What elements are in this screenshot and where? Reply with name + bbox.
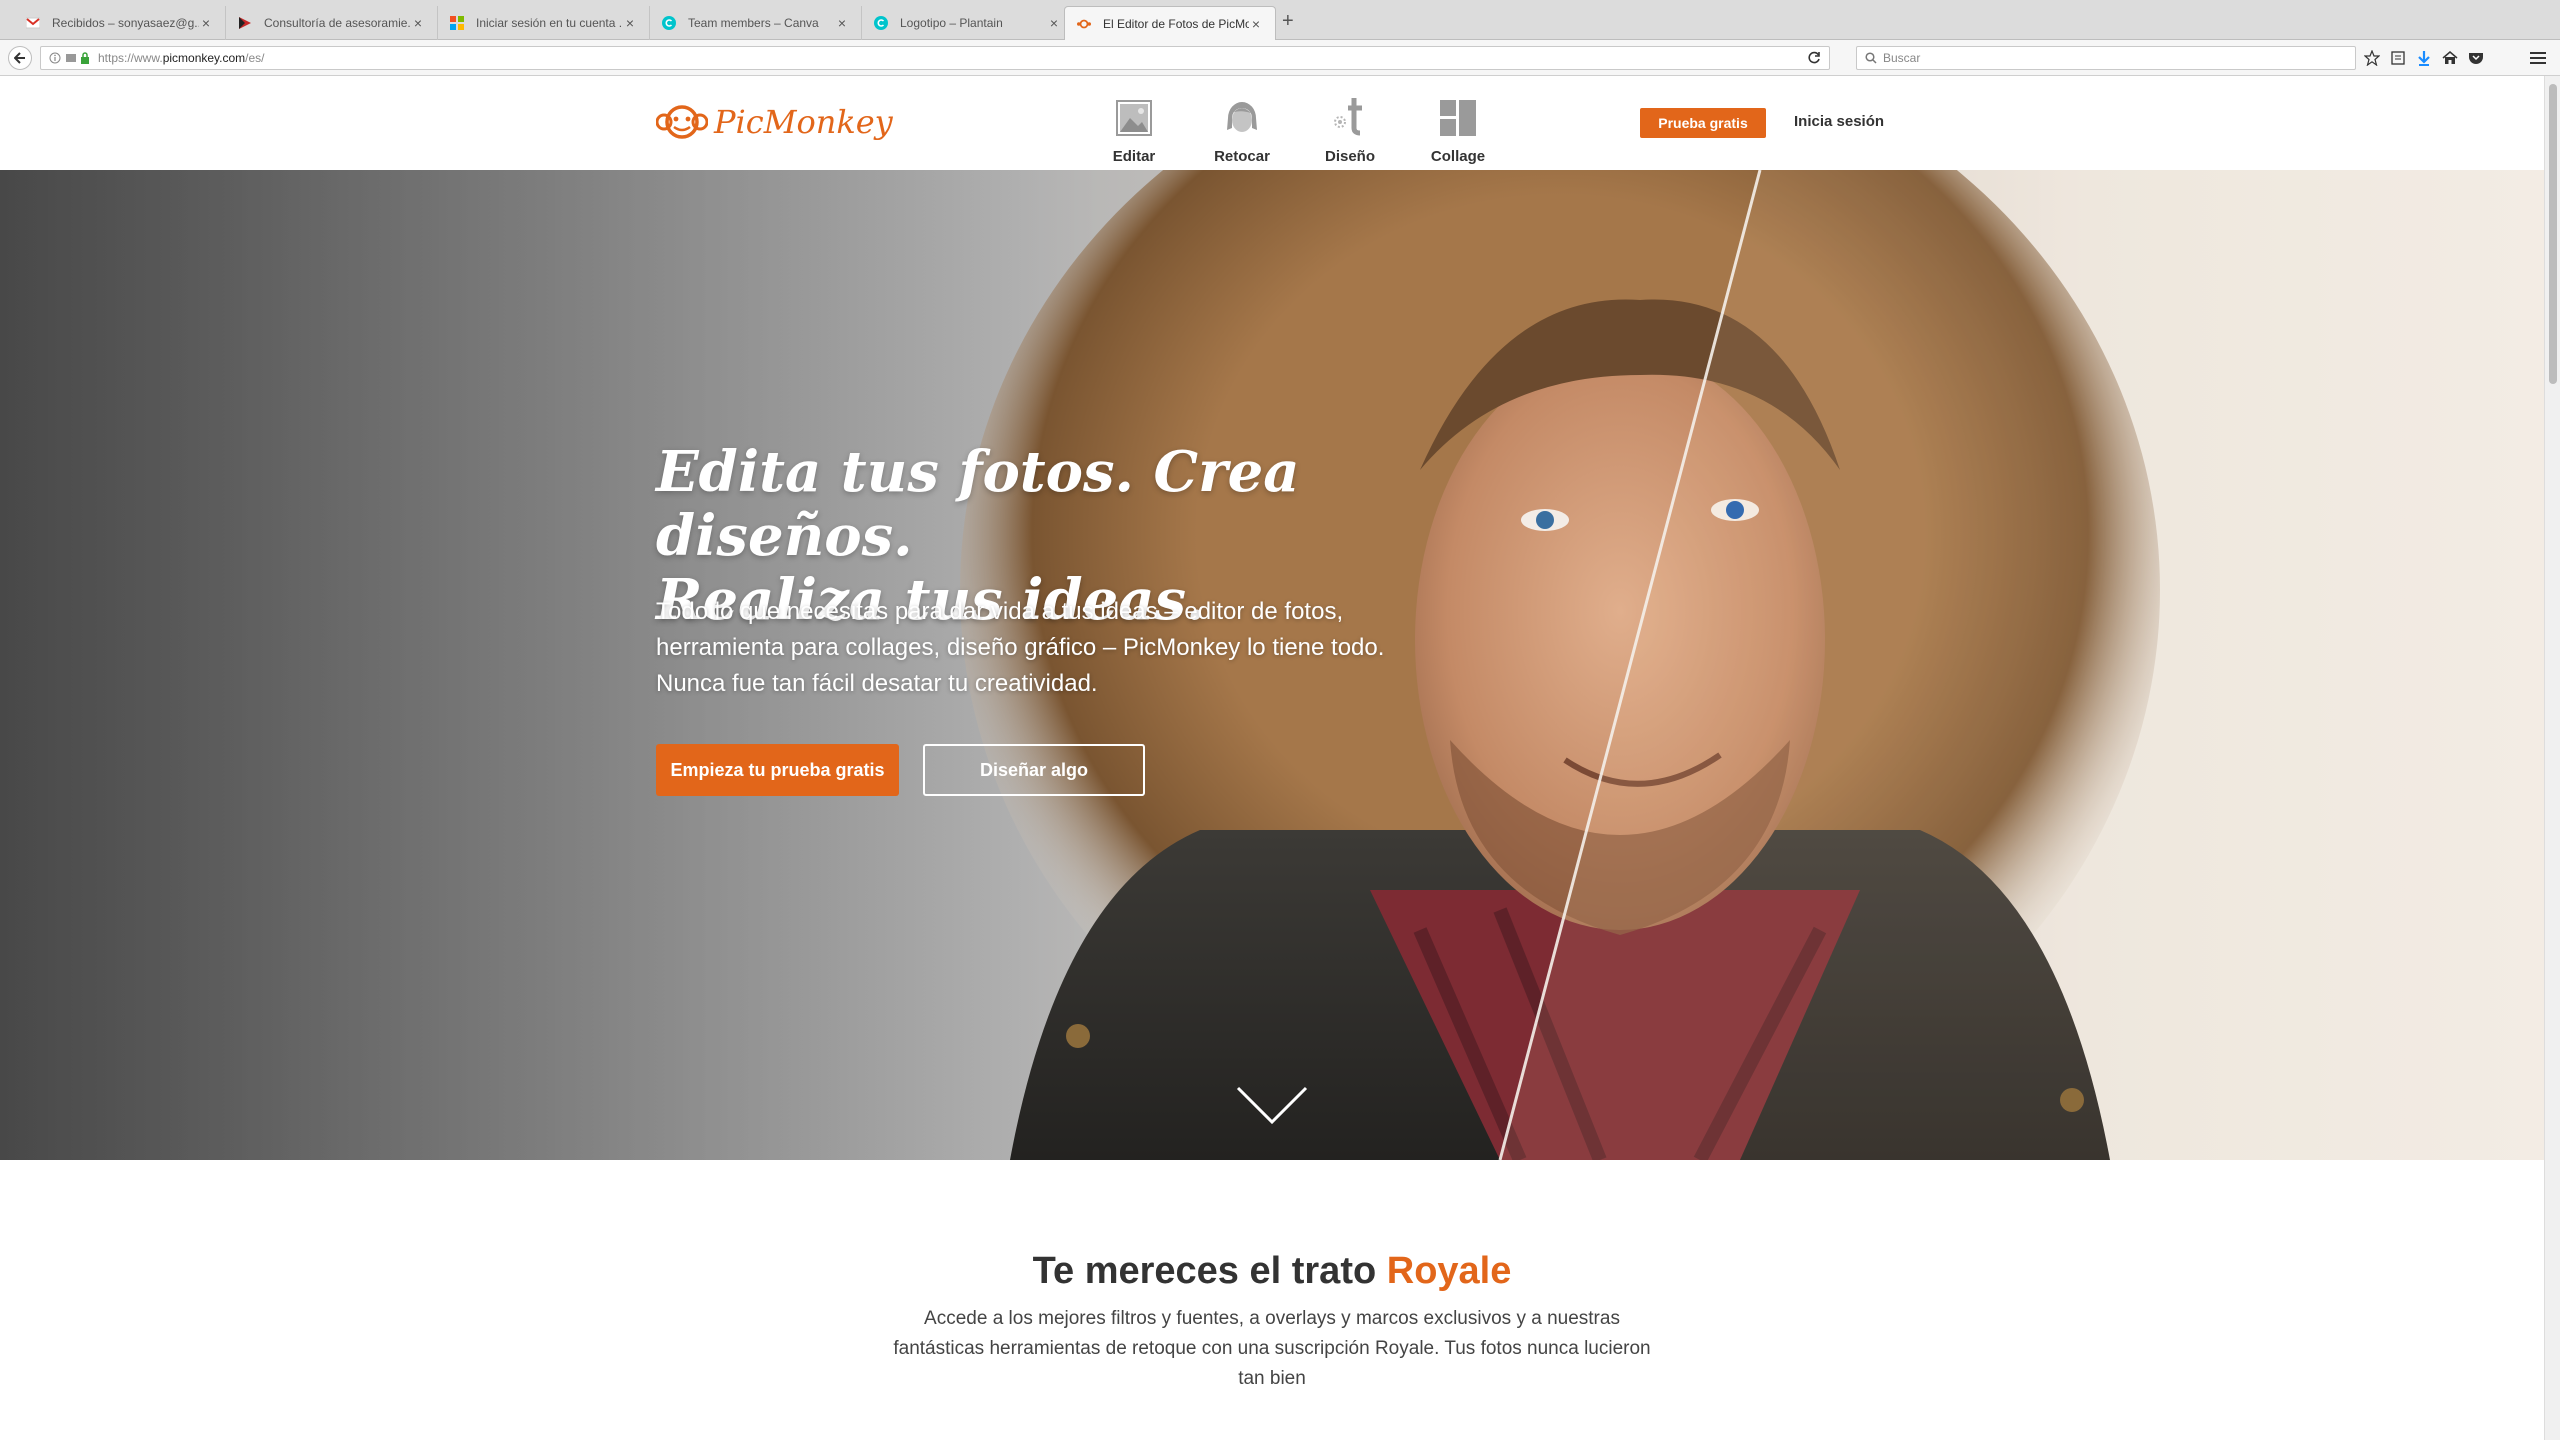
page-scrollbar[interactable] bbox=[2544, 76, 2560, 1440]
picmonkey-icon bbox=[1077, 17, 1091, 31]
nav-label: Collage bbox=[1430, 148, 1486, 165]
close-tab-icon[interactable]: × bbox=[1047, 15, 1061, 31]
monkey-logo-icon bbox=[656, 102, 708, 142]
royale-section: Te mereces el trato Royale Accede a los … bbox=[0, 1160, 2544, 1440]
hero-banner: Edita tus fotos. Crea diseños. Realiza t… bbox=[0, 170, 2544, 1160]
tab-title: Consultoría de asesoramie... bbox=[264, 16, 411, 30]
browser-nav-bar: https://www. picmonkey.com/es/ Buscar bbox=[0, 40, 2560, 76]
canva-icon bbox=[874, 16, 888, 30]
url-bar[interactable]: https://www. picmonkey.com/es/ bbox=[40, 46, 1830, 70]
hero-headline-line1: Edita tus fotos. Crea diseños. bbox=[656, 439, 1300, 569]
tab-title: Iniciar sesión en tu cuenta ... bbox=[476, 16, 623, 30]
picmonkey-logo[interactable]: PicMonkey bbox=[656, 102, 893, 142]
royale-heading-prefix: Te mereces el trato bbox=[1032, 1250, 1387, 1292]
nav-item-diseno[interactable]: Diseño bbox=[1296, 92, 1404, 165]
tab-title: Team members – Canva bbox=[688, 16, 819, 30]
royale-description-line1: Accede a los mejores filtros y fuentes, … bbox=[924, 1308, 1620, 1329]
reload-icon[interactable] bbox=[1807, 51, 1821, 65]
edit-photo-icon bbox=[1116, 92, 1152, 136]
search-icon bbox=[1865, 52, 1877, 64]
design-icon bbox=[1330, 92, 1370, 136]
back-button[interactable] bbox=[8, 46, 32, 70]
download-icon[interactable] bbox=[2414, 48, 2434, 68]
search-placeholder: Buscar bbox=[1883, 51, 1921, 65]
design-something-button[interactable]: Diseñar algo bbox=[923, 744, 1145, 796]
browser-tab[interactable]: Team members – Canva × bbox=[650, 6, 862, 40]
close-tab-icon[interactable]: × bbox=[623, 15, 637, 31]
royale-description: Accede a los mejores filtros y fuentes, … bbox=[880, 1304, 1664, 1394]
browser-tab[interactable]: Recibidos – sonyasaez@g... × bbox=[14, 6, 226, 40]
close-tab-icon[interactable]: × bbox=[199, 15, 213, 31]
url-host: picmonkey.com bbox=[162, 51, 246, 65]
start-trial-button[interactable]: Empieza tu prueba gratis bbox=[656, 744, 899, 796]
url-prefix: https://www. bbox=[98, 51, 163, 65]
close-tab-icon[interactable]: × bbox=[411, 15, 425, 31]
main-nav: Editar Retocar Diseño Collage bbox=[1080, 92, 1512, 165]
search-bar[interactable]: Buscar bbox=[1856, 46, 2356, 70]
nav-label: Retocar bbox=[1214, 148, 1270, 165]
nav-item-collage[interactable]: Collage bbox=[1404, 92, 1512, 165]
hero-description-line3: Nunca fue tan fácil desatar tu creativid… bbox=[656, 670, 1098, 697]
back-arrow-icon bbox=[14, 52, 25, 64]
scroll-down-chevron-icon[interactable] bbox=[1234, 1084, 1310, 1133]
nav-item-editar[interactable]: Editar bbox=[1080, 92, 1188, 165]
hero-description-line2: herramienta para collages, diseño gráfic… bbox=[656, 634, 1385, 661]
info-icon[interactable] bbox=[49, 52, 61, 64]
hero-description-line1: Todo lo que necesitas para dar vida a tu… bbox=[656, 598, 1344, 625]
canva-icon bbox=[662, 16, 676, 30]
logo-text: PicMonkey bbox=[714, 103, 893, 141]
royale-heading-accent: Royale bbox=[1386, 1250, 1512, 1292]
pocket-icon[interactable] bbox=[2466, 48, 2486, 68]
royale-description-line3: tan bien bbox=[1238, 1368, 1306, 1389]
microsoft-icon bbox=[450, 16, 464, 30]
browser-tab[interactable]: Iniciar sesión en tu cuenta ... × bbox=[438, 6, 650, 40]
new-tab-button[interactable]: + bbox=[1282, 10, 1294, 33]
browser-tab[interactable]: Consultoría de asesoramie... × bbox=[226, 6, 438, 40]
site-flag-icon bbox=[238, 16, 252, 30]
browser-tab-active[interactable]: El Editor de Fotos de PicMo... × bbox=[1064, 6, 1276, 40]
url-path: /es/ bbox=[245, 51, 265, 65]
nav-label: Editar bbox=[1112, 148, 1156, 165]
menu-hamburger-icon[interactable] bbox=[2528, 48, 2548, 68]
bookmark-star-icon[interactable] bbox=[2362, 48, 2382, 68]
lock-icon bbox=[80, 52, 90, 64]
free-trial-button[interactable]: Prueba gratis bbox=[1640, 108, 1766, 138]
browser-tab-strip: Recibidos – sonyasaez@g... × Consultoría… bbox=[0, 0, 2560, 40]
login-link[interactable]: Inicia sesión bbox=[1794, 113, 1884, 130]
site-header: PicMonkey Editar Retocar Diseño Collage bbox=[0, 76, 2544, 170]
royale-description-line2: fantásticas herramientas de retoque con … bbox=[893, 1338, 1651, 1359]
gmail-icon bbox=[26, 16, 40, 30]
nav-label: Diseño bbox=[1324, 148, 1375, 165]
media-icon bbox=[65, 52, 77, 64]
royale-heading: Te mereces el trato Royale bbox=[0, 1250, 2544, 1293]
tab-title: Recibidos – sonyasaez@g... bbox=[52, 16, 199, 30]
scrollbar-thumb[interactable] bbox=[2549, 84, 2557, 384]
close-tab-icon[interactable]: × bbox=[835, 15, 849, 31]
reading-list-icon[interactable] bbox=[2388, 48, 2408, 68]
touchup-face-icon bbox=[1224, 92, 1260, 136]
nav-item-retocar[interactable]: Retocar bbox=[1188, 92, 1296, 165]
home-icon[interactable] bbox=[2440, 48, 2460, 68]
tab-title: Logotipo – Plantain bbox=[900, 16, 1003, 30]
close-tab-icon[interactable]: × bbox=[1249, 16, 1263, 32]
tab-title: El Editor de Fotos de PicMo... bbox=[1103, 16, 1249, 31]
browser-tab[interactable]: Logotipo – Plantain × bbox=[862, 6, 1074, 40]
hero-description: Todo lo que necesitas para dar vida a tu… bbox=[656, 594, 1416, 702]
collage-icon bbox=[1440, 92, 1476, 136]
